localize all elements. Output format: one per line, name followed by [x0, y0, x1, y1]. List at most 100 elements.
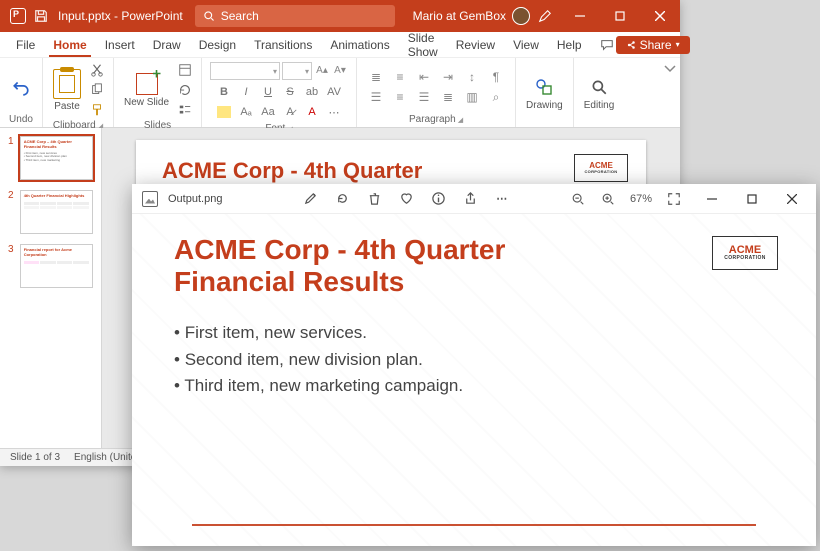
undo-icon	[10, 76, 32, 98]
zoom-out-icon[interactable]	[570, 191, 586, 207]
highlight-button[interactable]	[217, 106, 231, 118]
columns-button[interactable]: ▥	[466, 90, 477, 104]
numbering-button[interactable]: ≡	[397, 70, 404, 84]
align-center-button[interactable]: ≡	[397, 90, 404, 104]
maximize-button[interactable]	[600, 0, 640, 32]
undo-button[interactable]	[8, 74, 34, 100]
viewer-body[interactable]: ACME Corp - 4th QuarterFinancial Results…	[132, 214, 816, 546]
search-box[interactable]: Search	[195, 5, 395, 27]
viewer-minimize-button[interactable]	[692, 184, 732, 214]
menu-review[interactable]: Review	[448, 34, 503, 56]
line-spacing-button[interactable]: ↕	[469, 70, 475, 84]
thumbnail-row[interactable]: 2 4th Quarter Financial Highlights	[8, 190, 93, 234]
spacing-button[interactable]: AV	[327, 86, 341, 98]
ink-pen-icon[interactable]	[538, 9, 552, 23]
italic-button[interactable]: I	[245, 86, 248, 98]
thumbnail-row[interactable]: 3 Financial report for Acme Corporation	[8, 244, 93, 288]
user-avatar	[512, 7, 530, 25]
font-color-button[interactable]: A	[308, 106, 315, 118]
slide-counter: Slide 1 of 3	[10, 452, 60, 463]
slide-thumbnail-3[interactable]: Financial report for Acme Corporation	[20, 244, 93, 288]
delete-icon[interactable]	[366, 191, 382, 207]
editing-label: Editing	[584, 100, 615, 111]
bullets-button[interactable]: ≣	[371, 70, 381, 84]
viewer-maximize-button[interactable]	[732, 184, 772, 214]
viewer-close-button[interactable]	[772, 184, 812, 214]
search-icon	[203, 10, 215, 22]
image-viewer-window: Output.png ⋯ 67% ACME Corp - 4th Quarter…	[132, 184, 816, 546]
menu-animations[interactable]: Animations	[322, 34, 397, 56]
ribbon: Undo Paste Clipboard◢ New Slide	[0, 58, 680, 128]
indent-dec-button[interactable]: ⇤	[419, 70, 429, 84]
paste-button[interactable]: Paste	[51, 67, 83, 114]
subscript-button[interactable]: Aₐ	[240, 106, 251, 118]
menu-help[interactable]: Help	[549, 34, 590, 56]
thumbnail-row[interactable]: 1 ACME Corp – 4th Quarter Financial Resu…	[8, 136, 93, 180]
chevron-down-icon: ▾	[676, 40, 680, 49]
viewer-toolbar-right: 67%	[570, 191, 682, 207]
menu-design[interactable]: Design	[191, 34, 244, 56]
align-left-button[interactable]: ☰	[371, 90, 382, 104]
new-slide-button[interactable]: New Slide	[122, 71, 171, 110]
logo-sub: CORPORATION	[584, 170, 617, 174]
zoom-in-icon[interactable]	[600, 191, 616, 207]
menu-file[interactable]: File	[8, 34, 43, 56]
slide-thumbnail-1[interactable]: ACME Corp – 4th Quarter Financial Result…	[20, 136, 93, 180]
search-placeholder: Search	[221, 9, 259, 23]
share-icon[interactable]	[462, 191, 478, 207]
thumb-number: 2	[8, 190, 16, 201]
strike-button[interactable]: S	[286, 86, 293, 98]
drawing-button[interactable]: Drawing	[524, 74, 565, 113]
rotate-icon[interactable]	[334, 191, 350, 207]
info-icon[interactable]	[430, 191, 446, 207]
text-direction-button[interactable]: ¶	[493, 70, 499, 84]
smartart-button[interactable]: ⌕	[493, 90, 500, 105]
change-case-button[interactable]: Aa	[261, 106, 274, 118]
shadow-button[interactable]: ab	[306, 86, 318, 98]
minimize-button[interactable]	[560, 0, 600, 32]
font-size-dropdown[interactable]	[282, 62, 312, 80]
viewer-toolbar-center: ⋯	[242, 191, 570, 207]
drawing-label: Drawing	[526, 100, 563, 111]
close-button[interactable]	[640, 0, 680, 32]
ribbon-group-undo: Undo	[0, 58, 43, 127]
bold-button[interactable]: B	[220, 86, 228, 98]
clear-format-button[interactable]: A̷	[286, 106, 293, 118]
more-font-icon[interactable]: ⋯	[329, 106, 340, 119]
share-button[interactable]: Share ▾	[616, 36, 690, 54]
align-right-button[interactable]: ☰	[419, 90, 430, 104]
indent-inc-button[interactable]: ⇥	[443, 70, 453, 84]
underline-button[interactable]: U	[264, 86, 272, 98]
font-family-dropdown[interactable]	[210, 62, 280, 80]
copy-icon[interactable]	[89, 82, 105, 98]
decrease-font-icon[interactable]: A▾	[332, 62, 348, 78]
favorite-icon[interactable]	[398, 191, 414, 207]
logo-sub: CORPORATION	[724, 256, 766, 261]
rendered-bullet-list: • First item, new services. • Second ite…	[174, 320, 774, 399]
cut-icon[interactable]	[89, 62, 105, 78]
ribbon-collapse-button[interactable]	[660, 58, 680, 127]
menu-draw[interactable]: Draw	[145, 34, 189, 56]
zoom-value: 67%	[630, 193, 652, 205]
reset-icon[interactable]	[177, 82, 193, 98]
menu-insert[interactable]: Insert	[97, 34, 143, 56]
save-icon[interactable]	[34, 9, 48, 23]
comments-icon[interactable]	[600, 38, 614, 52]
editing-button[interactable]: Editing	[582, 74, 617, 113]
format-painter-icon[interactable]	[89, 102, 105, 118]
document-title: Input.pptx - PowerPoint	[58, 9, 183, 23]
menu-transitions[interactable]: Transitions	[246, 34, 320, 56]
ribbon-group-slides: New Slide Slides	[114, 58, 202, 127]
justify-button[interactable]: ≣	[443, 90, 453, 104]
increase-font-icon[interactable]: A▴	[314, 62, 330, 78]
user-account[interactable]: Mario at GemBox	[413, 7, 530, 25]
fullscreen-icon[interactable]	[666, 191, 682, 207]
edit-icon[interactable]	[302, 191, 318, 207]
menu-view[interactable]: View	[505, 34, 547, 56]
layout-icon[interactable]	[177, 62, 193, 78]
more-icon[interactable]: ⋯	[494, 191, 510, 207]
slide-thumbnail-2[interactable]: 4th Quarter Financial Highlights	[20, 190, 93, 234]
section-icon[interactable]	[177, 102, 193, 118]
menu-home[interactable]: Home	[45, 34, 94, 56]
slide-divider-rule	[192, 524, 756, 526]
